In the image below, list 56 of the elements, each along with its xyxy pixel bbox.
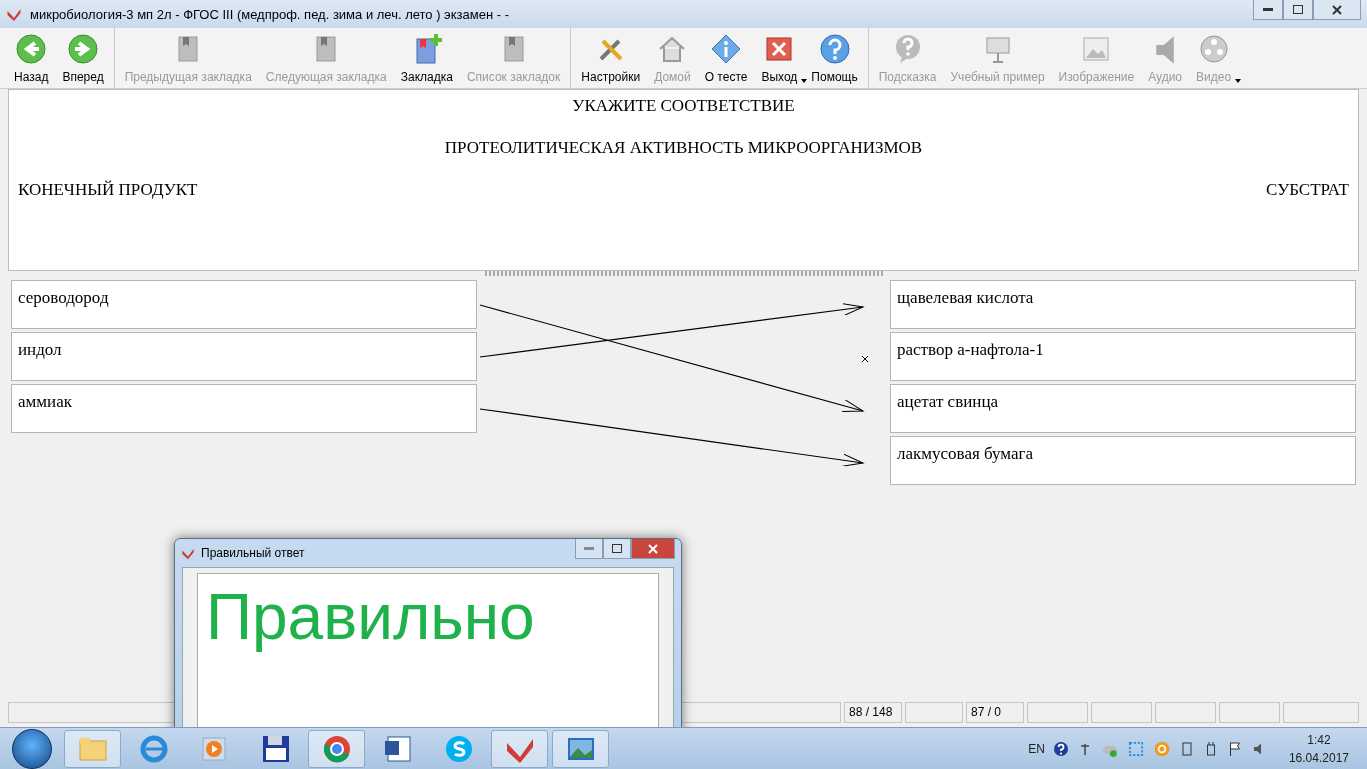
column-heading: СУБСТРАТ — [1266, 180, 1349, 200]
status-cell — [905, 702, 963, 723]
help-icon — [818, 33, 851, 65]
restore-icon — [1293, 5, 1303, 14]
clock-time[interactable]: 1:42 — [1307, 732, 1331, 747]
toolbar-button[interactable]: Назад — [7, 28, 56, 88]
toolbar-button[interactable]: Выход — [754, 28, 805, 88]
status-cell — [1027, 702, 1088, 723]
close-button[interactable] — [631, 539, 675, 559]
close-icon — [1332, 4, 1342, 15]
minimize-button[interactable] — [1253, 0, 1283, 20]
maximize-button[interactable] — [1283, 0, 1313, 20]
toolbar-button[interactable]: Вперед — [55, 28, 111, 88]
minimize-icon — [1263, 7, 1273, 12]
answer-item[interactable]: щавелевая кислота — [890, 280, 1356, 329]
toolbar-button[interactable]: Помощь — [804, 28, 865, 88]
toolbar-button[interactable]: О тесте — [697, 28, 755, 88]
film-reel-icon — [1197, 33, 1230, 65]
speaker-icon — [1155, 35, 1176, 65]
restore-icon — [612, 544, 622, 553]
answer-item[interactable]: аммиак — [11, 384, 477, 433]
dialog-title: Правильный ответ — [201, 546, 306, 560]
checkmark-icon — [181, 546, 195, 560]
maximize-button[interactable] — [603, 539, 631, 559]
status-cell: 87 / 0 — [966, 702, 1024, 723]
close-button[interactable] — [1313, 0, 1361, 20]
start-button[interactable] — [12, 728, 52, 769]
toolbar-button[interactable]: Настройки — [574, 28, 648, 88]
column-heading: КОНЕЧНЫЙ ПРОДУКТ — [18, 180, 198, 200]
language-indicator[interactable]: EN — [1028, 741, 1045, 756]
answer-item[interactable]: ацетат свинца — [890, 384, 1356, 433]
status-cell — [1091, 702, 1152, 723]
answer-item[interactable]: индол — [11, 332, 477, 381]
result-message: Правильно — [206, 581, 535, 653]
window-title: микробиология-3 мп 2л - ФГОС III (медпроф. пед. зима и леч. лето ) экзамен - - — [30, 6, 510, 22]
toolbar-button[interactable]: Закладка — [393, 28, 460, 88]
help-icon — [1052, 740, 1069, 757]
status-cell: 88 / 148 — [844, 702, 902, 723]
answer-item[interactable]: лакмусовая бумага — [890, 436, 1356, 485]
minimize-icon — [584, 546, 594, 551]
selection-icon — [1126, 739, 1145, 758]
status-cell — [1219, 702, 1280, 723]
question-topic: ПРОТЕОЛИТИЧЕСКАЯ АКТИВНОСТЬ МИКРООРГАНИЗМОВ — [444, 138, 923, 157]
answer-item[interactable]: раствор а-нафтола-1 — [890, 332, 1356, 381]
answer-item[interactable]: сероводород — [11, 280, 477, 329]
circle-a-icon — [1152, 739, 1171, 758]
info-icon — [710, 33, 743, 65]
status-cell — [1155, 702, 1216, 723]
caret-icon — [1235, 79, 1242, 83]
clock-date[interactable]: 16.04.2017 — [1288, 750, 1349, 765]
question-instruction: УКАЖИТЕ СООТВЕТСТВИЕ — [572, 96, 795, 115]
caret-icon — [801, 79, 808, 83]
splitter-grip[interactable] — [485, 271, 883, 276]
checkmark-icon — [6, 6, 22, 22]
close-icon — [648, 543, 658, 554]
taskbar-app-button[interactable] — [552, 729, 609, 768]
